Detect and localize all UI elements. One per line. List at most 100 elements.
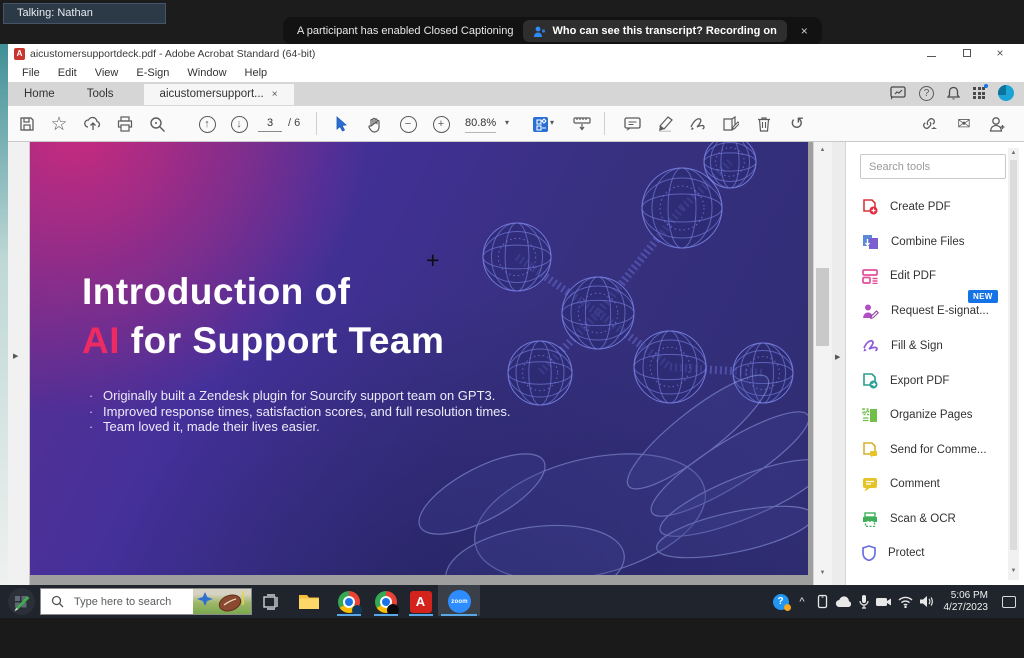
tab-document[interactable]: aicustomersupport... × xyxy=(144,84,294,105)
highlight-pen-icon[interactable] xyxy=(655,114,675,134)
protect-icon xyxy=(862,545,876,561)
search-tools-input[interactable] xyxy=(860,154,1006,179)
page-display-icon[interactable] xyxy=(530,114,550,134)
scroll-up-icon[interactable]: ▲ xyxy=(813,147,832,153)
comment-tool-icon[interactable] xyxy=(622,114,642,134)
page-total-label: / 6 xyxy=(288,114,300,132)
notifications-bell-icon[interactable] xyxy=(947,86,960,101)
page-display-dropdown-icon[interactable]: ▾ xyxy=(550,114,554,132)
chrome-running-indicator xyxy=(337,614,361,616)
sidebar-item-scan-ocr[interactable]: Scan & OCR xyxy=(862,509,1007,529)
file-explorer-icon[interactable] xyxy=(296,589,321,614)
your-phone-icon[interactable] xyxy=(816,594,829,609)
clock-time: 5:06 PM xyxy=(951,590,988,601)
navigation-pane-expand-icon[interactable]: ▶ xyxy=(13,352,18,360)
page-number-input[interactable]: 3 xyxy=(258,114,282,132)
measuring-tool-icon[interactable] xyxy=(572,114,592,134)
maximize-button[interactable] xyxy=(956,46,978,60)
bullet-item: ·Originally built a Zendesk plugin for S… xyxy=(87,388,511,404)
taskbar-search-input[interactable] xyxy=(72,595,190,609)
transcript-visibility-button[interactable]: Who can see this transcript? Recording o… xyxy=(523,20,786,42)
previous-page-icon[interactable]: ↑ xyxy=(197,114,217,134)
next-page-icon[interactable]: ↓ xyxy=(229,114,249,134)
sidebar-item-send-for-comments[interactable]: Send for Comme... xyxy=(862,440,1007,460)
sidebar-item-fill-and-sign[interactable]: Fill & Sign xyxy=(862,336,1007,356)
right-panel-strip xyxy=(832,142,845,585)
sidebar-item-edit-pdf[interactable]: Edit PDF xyxy=(862,266,1007,286)
scroll-down-icon[interactable]: ▼ xyxy=(813,570,832,576)
chrome-profile2-icon[interactable] xyxy=(373,589,398,614)
microphone-icon[interactable] xyxy=(859,594,869,609)
chrome-icon[interactable] xyxy=(336,589,361,614)
action-center-icon[interactable] xyxy=(1002,596,1016,608)
menu-window[interactable]: Window xyxy=(178,67,235,79)
chrome2-running-indicator xyxy=(374,614,398,616)
app-grid-icon[interactable] xyxy=(973,87,985,99)
zoom-app-icon[interactable]: zoom xyxy=(447,589,472,614)
acrobat-taskbar-icon[interactable]: A xyxy=(408,589,433,614)
delete-trash-icon[interactable] xyxy=(754,114,774,134)
camera-icon[interactable] xyxy=(875,596,892,608)
minimize-button[interactable] xyxy=(920,46,942,60)
sidebar-item-combine-files[interactable]: Combine Files xyxy=(862,232,1007,252)
share-upload-icon[interactable] xyxy=(83,114,103,134)
invite-person-icon[interactable] xyxy=(987,114,1007,134)
redo-icon[interactable]: ↺ xyxy=(787,114,807,134)
menu-help[interactable]: Help xyxy=(236,67,277,79)
bullet-item: ·Team loved it, made their lives easier. xyxy=(87,419,511,435)
system-tray: ? ^ 5:06 PM 4/27/2023 xyxy=(773,585,1024,618)
sidebar-item-protect[interactable]: Protect xyxy=(862,543,1007,563)
menu-file[interactable]: File xyxy=(13,67,49,79)
sidebar-item-export-pdf[interactable]: Export PDF xyxy=(862,371,1007,391)
sidebar-item-request-esignature[interactable]: Request E-signat... xyxy=(862,301,1007,321)
tools-panel-collapse-icon[interactable]: ▶ xyxy=(835,353,840,361)
save-icon[interactable] xyxy=(17,114,37,134)
zoom-out-icon[interactable]: − xyxy=(398,114,418,134)
onedrive-cloud-icon[interactable] xyxy=(835,596,853,608)
zoom-in-icon[interactable]: + xyxy=(431,114,451,134)
tab-tools[interactable]: Tools xyxy=(71,84,130,105)
acrobat-app-icon: A xyxy=(14,48,25,60)
hand-pan-icon[interactable] xyxy=(365,114,385,134)
closed-captioning-banner: A participant has enabled Closed Caption… xyxy=(283,17,822,45)
sidebar-item-comment[interactable]: Comment xyxy=(862,474,1007,494)
search-highlight-image[interactable] xyxy=(193,589,251,614)
taskbar-search-box[interactable] xyxy=(40,588,252,615)
taskbar-clock[interactable]: 5:06 PM 4/27/2023 xyxy=(944,590,989,614)
navigation-pane-strip[interactable] xyxy=(8,142,30,585)
account-avatar[interactable] xyxy=(998,85,1014,101)
sidebar-scrollbar-thumb[interactable] xyxy=(1010,160,1017,550)
zoom-level-value[interactable]: 80.8% xyxy=(465,114,496,133)
volume-icon[interactable] xyxy=(919,595,934,608)
print-icon[interactable] xyxy=(115,114,135,134)
banner-close-icon[interactable]: × xyxy=(797,24,812,38)
tab-close-icon[interactable]: × xyxy=(272,89,278,100)
start-button[interactable] xyxy=(8,588,35,615)
sidebar-scroll-up-icon[interactable]: ▲ xyxy=(1008,150,1019,156)
edit-page-icon[interactable] xyxy=(720,114,740,134)
search-icon[interactable] xyxy=(147,114,167,134)
wifi-icon[interactable] xyxy=(898,596,913,608)
favorite-star-icon[interactable]: ☆ xyxy=(49,114,69,134)
tab-home[interactable]: Home xyxy=(8,84,71,105)
close-button[interactable]: × xyxy=(989,46,1011,60)
feedback-icon[interactable] xyxy=(889,86,906,100)
sidebar-scroll-down-icon[interactable]: ▼ xyxy=(1008,568,1019,574)
select-cursor-icon[interactable] xyxy=(331,114,351,134)
menu-view[interactable]: View xyxy=(86,67,128,79)
zoom-letterbox-bottom xyxy=(0,618,1024,658)
tray-overflow-chevron-icon[interactable]: ^ xyxy=(795,596,810,608)
scrollbar-thumb[interactable] xyxy=(816,268,829,346)
sign-pen-icon[interactable] xyxy=(688,114,708,134)
sidebar-item-organize-pages[interactable]: Organize Pages xyxy=(862,405,1007,425)
get-help-tray-icon[interactable]: ? xyxy=(773,594,789,610)
share-link-icon[interactable] xyxy=(920,114,940,134)
zoom-level-dropdown-icon[interactable]: ▾ xyxy=(505,114,509,132)
task-view-icon[interactable] xyxy=(258,589,283,614)
email-icon[interactable]: ✉ xyxy=(954,114,974,134)
help-icon[interactable]: ? xyxy=(919,86,934,101)
sidebar-item-create-pdf[interactable]: Create PDF xyxy=(862,197,1007,217)
document-scrollbar[interactable] xyxy=(813,142,832,585)
menu-esign[interactable]: E-Sign xyxy=(127,67,178,79)
menu-edit[interactable]: Edit xyxy=(49,67,86,79)
